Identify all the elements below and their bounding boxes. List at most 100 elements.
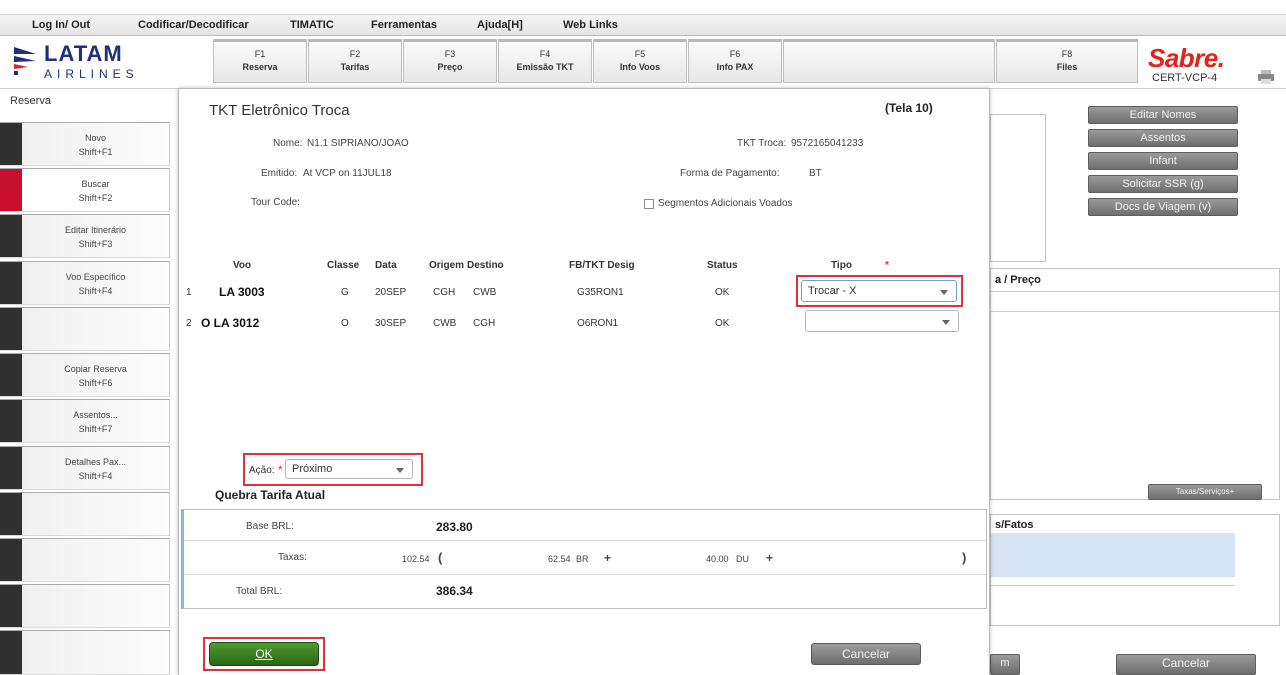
fkey-key: F3	[444, 49, 456, 59]
tipo-required-mark: *	[885, 260, 889, 271]
fkey-emissao-tkt[interactable]: F4 Emissão TKT	[498, 39, 592, 83]
sidebar-item-blank-1[interactable]	[0, 492, 170, 536]
row-voo: O LA 3012	[201, 316, 260, 330]
fkey-preco[interactable]: F3 Preço	[403, 39, 497, 83]
sidebar-item-label: Assentos...	[73, 410, 118, 420]
fkey-key: F6	[729, 49, 741, 59]
sidebar-item-copiar-reserva[interactable]: Copiar Reserva Shift+F6	[0, 353, 170, 397]
tipo-select-row2[interactable]	[805, 310, 959, 332]
col-data: Data	[375, 260, 397, 271]
paren-open: (	[438, 550, 443, 565]
sidebar-item-shortcut: Shift+F2	[78, 193, 113, 203]
sidebar-item-assentos[interactable]: Assentos... Shift+F7	[0, 399, 170, 443]
sidebar-item-blank-3[interactable]	[0, 584, 170, 628]
taxas-servicos-button[interactable]: Taxas/Serviços+	[1148, 484, 1262, 500]
nome-value: N1.1 SIPRIANO/JOAO	[307, 138, 409, 149]
sidebar-item-label: Voo Específico	[65, 272, 126, 282]
sidebar-item-empty[interactable]	[0, 307, 170, 351]
row-fbtkt: G35RON1	[577, 287, 624, 298]
tax1-code: BR	[576, 554, 589, 564]
preco-section-title: a / Preço	[995, 274, 1041, 286]
plus-sign: +	[766, 551, 774, 565]
sidebar-item-editar-itinerario[interactable]: Editar Itinerário Shift+F3	[0, 214, 170, 258]
tkt-troca-value: 9572165041233	[791, 138, 864, 149]
row-origem: CGH	[433, 287, 456, 298]
fare-section-title: Quebra Tarifa Atual	[215, 488, 326, 502]
menu-codificar[interactable]: Codificar/Decodificar	[138, 19, 249, 31]
highlight-box	[203, 637, 325, 671]
divider	[991, 291, 1279, 292]
tax2-code: DU	[736, 554, 749, 564]
assentos-button[interactable]: Assentos	[1088, 129, 1238, 147]
fatos-section-title: s/Fatos	[995, 519, 1034, 531]
row-fbtkt: O6RON1	[577, 318, 619, 329]
menu-login[interactable]: Log In/ Out	[32, 19, 90, 31]
menu-ajuda[interactable]: Ajuda[H]	[477, 19, 523, 31]
fkey-key: F4	[539, 49, 551, 59]
tkt-troca-dialog: TKT Eletrônico Troca (Tela 10) Nome: N1.…	[178, 88, 990, 675]
row-destino: CGH	[473, 318, 496, 329]
divider	[991, 311, 1279, 312]
tkt-troca-label: TKT Troca:	[737, 138, 787, 149]
printer-icon[interactable]	[1257, 70, 1275, 84]
menu-ferramentas[interactable]: Ferramentas	[371, 19, 437, 31]
sidebar-item-label: Copiar Reserva	[64, 364, 127, 374]
forma-pagamento-label: Forma de Pagamento:	[680, 168, 780, 179]
sidebar-item-buscar[interactable]: Buscar Shift+F2	[0, 168, 170, 212]
sidebar-item-blank-4[interactable]	[0, 630, 170, 675]
fkey-files[interactable]: F8 Files	[996, 39, 1138, 83]
row-number: 1	[186, 287, 192, 298]
background-list-box	[990, 114, 1046, 262]
taxas-label: Taxas:	[278, 552, 307, 563]
menu-weblinks[interactable]: Web Links	[563, 19, 618, 31]
sidebar-item-label: Novo	[84, 133, 106, 143]
docs-viagem-button[interactable]: Docs de Viagem (v)	[1088, 198, 1238, 216]
header-bar: LATAM AIRLINES F1 Reserva F2 Tarifas F3 …	[0, 37, 1286, 89]
fkey-info-pax[interactable]: F6 Info PAX	[688, 39, 782, 83]
divider	[184, 540, 986, 541]
row-status: OK	[715, 318, 730, 329]
menu-timatic[interactable]: TIMATIC	[290, 19, 334, 31]
fkey-info-voos[interactable]: F5 Info Voos	[593, 39, 687, 83]
fatos-selected-row[interactable]	[991, 533, 1235, 577]
preco-panel: a / Preço	[990, 268, 1280, 500]
station-label: CERT-VCP-4	[1152, 72, 1218, 84]
fkey-tarifas[interactable]: F2 Tarifas	[308, 39, 402, 83]
sidebar-item-novo[interactable]: Novo Shift+F1	[0, 122, 170, 166]
row-origem: CWB	[433, 318, 457, 329]
sidebar-item-detalhes-pax[interactable]: Detalhes Pax... Shift+F4	[0, 446, 170, 490]
total-label: Total BRL:	[236, 586, 283, 597]
sidebar-item-voo-especifico[interactable]: Voo Específico Shift+F4	[0, 261, 170, 305]
fkey-label: Tarifas	[340, 62, 370, 72]
fatos-panel: s/Fatos	[990, 514, 1280, 626]
sidebar-item-blank-2[interactable]	[0, 538, 170, 582]
fkey-label: Files	[1056, 62, 1078, 72]
infant-button[interactable]: Infant	[1088, 152, 1238, 170]
fkey-empty[interactable]	[783, 39, 995, 83]
fkey-key: F2	[349, 49, 361, 59]
sidebar-item-label: Detalhes Pax...	[64, 457, 127, 467]
emitido-value: At VCP on 11JUL18	[303, 168, 392, 179]
row-data: 20SEP	[375, 287, 407, 298]
segmentos-checkbox[interactable]	[644, 199, 654, 209]
editar-nomes-button[interactable]: Editar Nomes	[1088, 106, 1238, 124]
cancel-button[interactable]: Cancelar	[811, 643, 921, 665]
row-destino: CWB	[473, 287, 497, 298]
tax2-amount: 40.00	[706, 554, 729, 564]
total-value: 386.34	[436, 584, 473, 598]
segmentos-label: Segmentos Adicionais Voados	[658, 198, 793, 209]
nome-label: Nome:	[273, 138, 303, 149]
fkey-label: Info Voos	[619, 62, 661, 72]
taxas-total: 102.54	[402, 554, 430, 564]
paren-close: )	[962, 550, 967, 565]
sidebar-item-shortcut: Shift+F6	[78, 378, 113, 388]
background-cancel-button[interactable]: Cancelar	[1116, 654, 1256, 675]
partial-button[interactable]: m	[990, 654, 1020, 675]
fkey-reserva[interactable]: F1 Reserva	[213, 39, 307, 83]
col-status: Status	[707, 260, 738, 271]
tax1-amount: 62.54	[548, 554, 571, 564]
fkey-key: F1	[254, 49, 266, 59]
solicitar-ssr-button[interactable]: Solicitar SSR (g)	[1088, 175, 1238, 193]
tour-code-label: Tour Code:	[251, 197, 300, 208]
sidebar-item-label: Buscar	[81, 179, 110, 189]
